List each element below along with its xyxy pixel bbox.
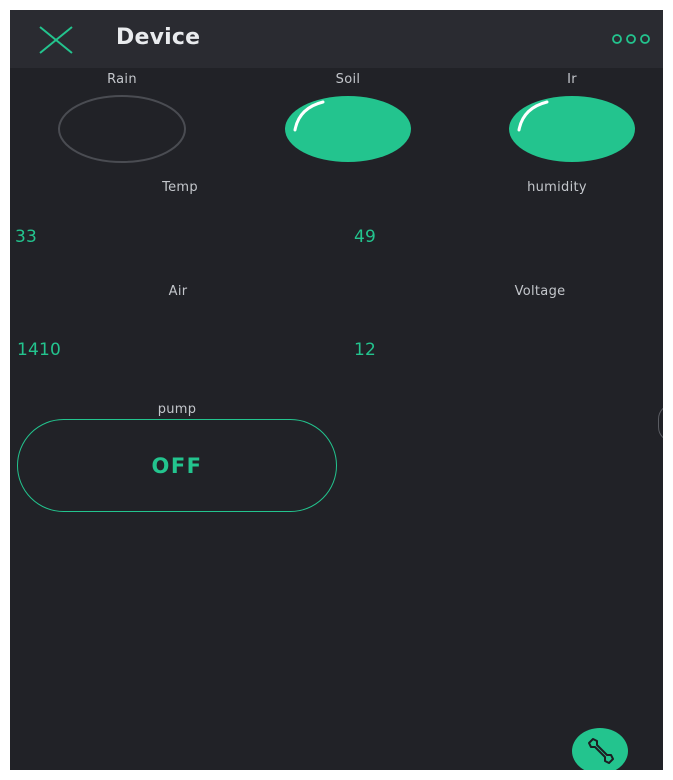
display-value-temp: 33	[15, 227, 38, 247]
more-menu-button[interactable]	[610, 30, 654, 48]
more-dots-icon	[612, 34, 650, 44]
display-value-voltage: 12	[354, 340, 377, 360]
page-title: Device	[116, 25, 201, 50]
display-label-voltage: Voltage	[514, 284, 566, 299]
device-screen: Device Rain Soil Ir Temp humidity 33 49	[10, 10, 663, 770]
display-label-air: Air	[168, 284, 188, 299]
settings-fab-button[interactable]	[572, 728, 628, 770]
led-soil[interactable]	[283, 94, 413, 168]
led-label-soil: Soil	[335, 72, 361, 87]
wrench-icon	[588, 738, 614, 764]
pump-toggle-button[interactable]: OFF	[17, 419, 337, 512]
display-label-humidity: humidity	[527, 180, 587, 195]
top-bar: Device	[10, 10, 663, 68]
pump-label: pump	[157, 402, 197, 417]
display-value-air: 1410	[17, 340, 62, 360]
led-ir[interactable]	[507, 94, 637, 168]
display-label-temp: Temp	[162, 180, 198, 195]
led-label-rain: Rain	[107, 72, 137, 87]
close-icon	[39, 26, 73, 54]
pump-state-text: OFF	[151, 453, 203, 478]
led-label-ir: Ir	[567, 72, 577, 87]
display-value-humidity: 49	[354, 227, 377, 247]
close-button[interactable]	[36, 25, 76, 55]
offscreen-widget-handle[interactable]	[658, 404, 663, 442]
led-rain[interactable]	[57, 94, 187, 168]
